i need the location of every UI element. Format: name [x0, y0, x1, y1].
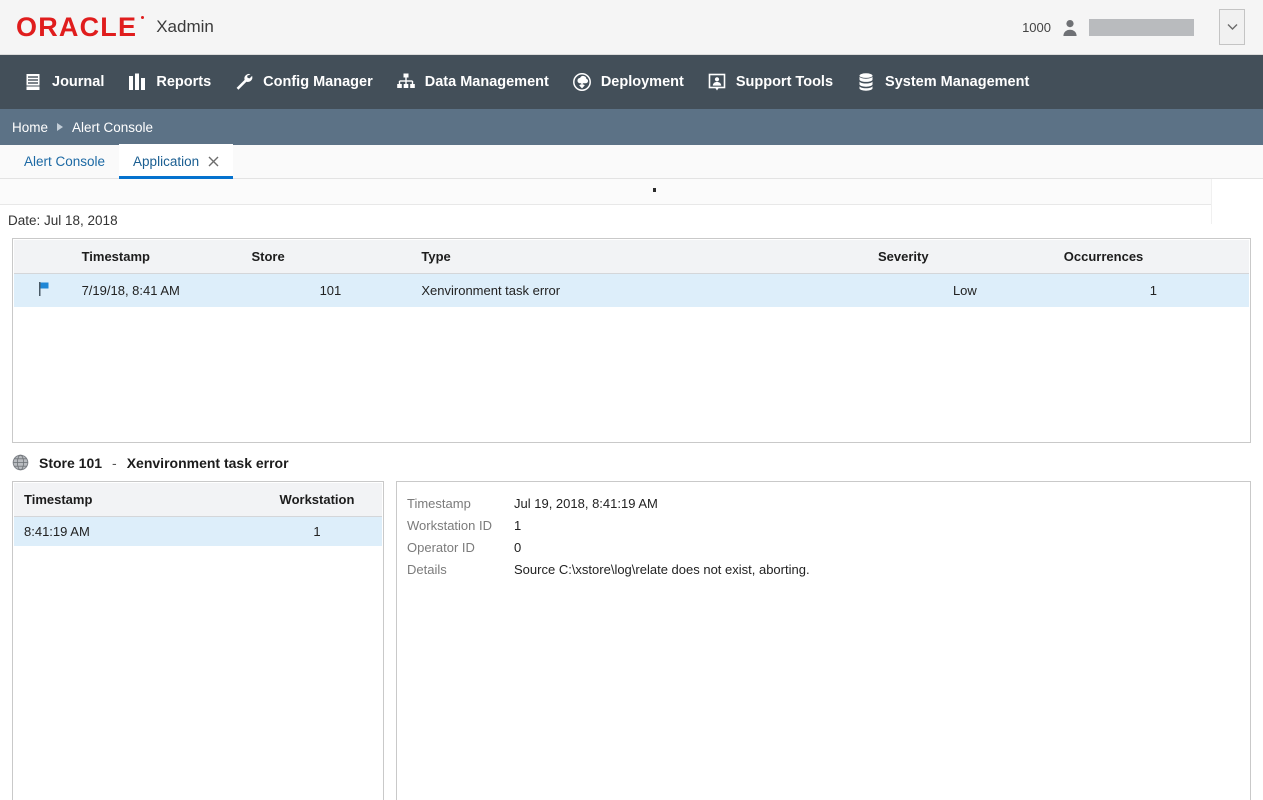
- tab-label-alert-console: Alert Console: [24, 154, 105, 169]
- nav-item-deployment[interactable]: Deployment: [563, 65, 698, 99]
- detail-fields: Timestamp Jul 19, 2018, 8:41:19 AM Works…: [407, 494, 810, 582]
- content-top-strip: [0, 179, 1263, 205]
- support-person-icon: [706, 71, 728, 93]
- breadcrumb: Home Alert Console: [0, 109, 1263, 145]
- database-icon: [855, 71, 877, 93]
- field-value-workstation-id: 1: [514, 516, 810, 538]
- cell-workstation: 1: [252, 517, 382, 547]
- breadcrumb-home[interactable]: Home: [12, 120, 48, 135]
- main-navigation: Journal Reports Config Manager Data Mana…: [0, 55, 1263, 109]
- col-header-workstation[interactable]: Workstation: [252, 483, 382, 517]
- tab-label-application: Application: [133, 154, 199, 169]
- cell-type: Xenvironment task error: [415, 274, 872, 308]
- field-label-workstation-id: Workstation ID: [407, 516, 514, 538]
- bar-chart-icon: [126, 71, 148, 93]
- list-item[interactable]: 8:41:19 AM 1: [14, 517, 382, 547]
- cell-occ-timestamp: 8:41:19 AM: [14, 517, 252, 547]
- field-label-timestamp: Timestamp: [407, 494, 514, 516]
- field-operator-id: Operator ID 0: [407, 538, 810, 560]
- col-header-store[interactable]: Store: [245, 240, 415, 274]
- user-menu-button[interactable]: [1219, 9, 1245, 45]
- field-details: Details Source C:\xstore\log\relate does…: [407, 560, 810, 582]
- row-flag-cell: [14, 274, 76, 308]
- alerts-table: Timestamp Store Type Severity Occurrence…: [14, 240, 1249, 307]
- content-area: Date: Jul 18, 2018 Timestamp Store Type …: [0, 179, 1263, 800]
- tab-application[interactable]: Application: [119, 144, 233, 178]
- col-header-flag[interactable]: [14, 240, 76, 274]
- col-header-occ-timestamp[interactable]: Timestamp: [14, 483, 252, 517]
- occurrence-table-header-row: Timestamp Workstation: [14, 483, 382, 517]
- col-header-occurrences[interactable]: Occurrences: [1058, 240, 1249, 274]
- username-redacted: [1089, 19, 1194, 36]
- brand-bar: ORACLE Xadmin 1000: [0, 0, 1263, 55]
- col-header-timestamp[interactable]: Timestamp: [76, 240, 246, 274]
- flag-icon: [39, 282, 51, 296]
- col-header-severity[interactable]: Severity: [872, 240, 1058, 274]
- person-icon: [1062, 19, 1078, 36]
- nav-item-data-management[interactable]: Data Management: [387, 65, 563, 99]
- field-workstation-id: Workstation ID 1: [407, 516, 810, 538]
- detail-header-store: Store 101: [39, 455, 102, 471]
- cell-severity: Low: [872, 274, 1058, 308]
- detail-split: Timestamp Workstation 8:41:19 AM 1 Times…: [0, 481, 1263, 800]
- table-row[interactable]: 7/19/18, 8:41 AM 101 Xenvironment task e…: [14, 274, 1249, 308]
- nav-label-journal: Journal: [52, 74, 104, 90]
- nav-label-data-management: Data Management: [425, 74, 549, 90]
- field-value-operator-id: 0: [514, 538, 810, 560]
- wrench-icon: [233, 71, 255, 93]
- stray-dot-marker: [653, 188, 656, 192]
- nav-label-reports: Reports: [156, 74, 211, 90]
- field-value-timestamp: Jul 19, 2018, 8:41:19 AM: [514, 494, 810, 516]
- detail-header-title: Xenvironment task error: [127, 455, 289, 471]
- breadcrumb-current: Alert Console: [72, 120, 153, 135]
- field-timestamp: Timestamp Jul 19, 2018, 8:41:19 AM: [407, 494, 810, 516]
- nav-item-support-tools[interactable]: Support Tools: [698, 65, 847, 99]
- col-header-type[interactable]: Type: [415, 240, 872, 274]
- alerts-table-frame: Timestamp Store Type Severity Occurrence…: [12, 238, 1251, 443]
- nav-item-reports[interactable]: Reports: [118, 65, 225, 99]
- oracle-logo: ORACLE: [16, 14, 144, 41]
- occurrence-table: Timestamp Workstation 8:41:19 AM 1: [14, 483, 382, 546]
- user-count-label: 1000: [1022, 20, 1051, 35]
- detail-header: Store 101 - Xenvironment task error: [0, 443, 1263, 481]
- field-label-details: Details: [407, 560, 514, 582]
- cell-occurrences: 1: [1058, 274, 1249, 308]
- nav-item-journal[interactable]: Journal: [14, 65, 118, 99]
- user-area: 1000: [1022, 9, 1245, 45]
- occurrence-list-pane: Timestamp Workstation 8:41:19 AM 1: [12, 481, 384, 800]
- tab-alert-console[interactable]: Alert Console: [10, 144, 119, 178]
- hierarchy-icon: [395, 71, 417, 93]
- nav-label-deployment: Deployment: [601, 74, 684, 90]
- tab-strip: Alert Console Application: [0, 145, 1263, 179]
- detail-fields-pane: Timestamp Jul 19, 2018, 8:41:19 AM Works…: [396, 481, 1251, 800]
- nav-item-system-management[interactable]: System Management: [847, 65, 1043, 99]
- detail-header-separator: -: [112, 455, 117, 471]
- globe-icon: [12, 454, 29, 471]
- triangle-right-icon: [57, 123, 63, 131]
- app-title: Xadmin: [156, 17, 214, 37]
- field-label-operator-id: Operator ID: [407, 538, 514, 560]
- alerts-table-header-row: Timestamp Store Type Severity Occurrence…: [14, 240, 1249, 274]
- nav-label-config-manager: Config Manager: [263, 74, 373, 90]
- nav-item-config-manager[interactable]: Config Manager: [225, 65, 387, 99]
- field-value-details: Source C:\xstore\log\relate does not exi…: [514, 560, 810, 582]
- nav-label-support-tools: Support Tools: [736, 74, 833, 90]
- nav-label-system-management: System Management: [885, 74, 1029, 90]
- date-label: Date: Jul 18, 2018: [0, 205, 1263, 238]
- cell-store: 101: [245, 274, 415, 308]
- journal-icon: [22, 71, 44, 93]
- content-right-gutter: [1211, 179, 1263, 224]
- close-icon[interactable]: [208, 156, 219, 167]
- cloud-download-icon: [571, 71, 593, 93]
- cell-timestamp: 7/19/18, 8:41 AM: [76, 274, 246, 308]
